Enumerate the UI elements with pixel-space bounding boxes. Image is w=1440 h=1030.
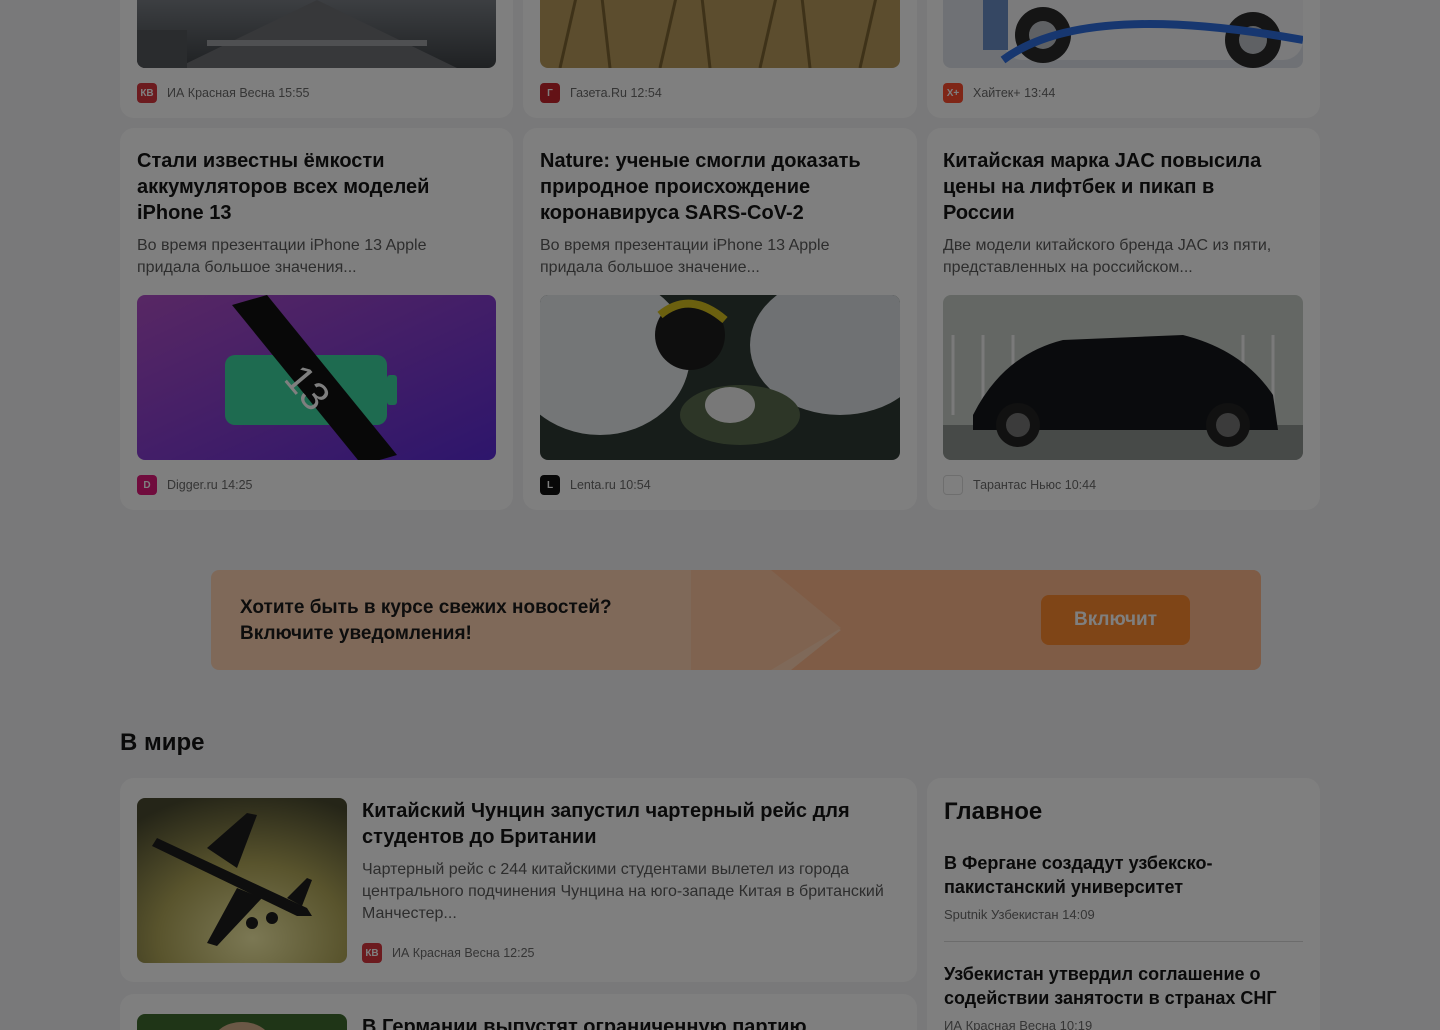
- notification-banner: Хотите быть в курсе свежих новостей? Вкл…: [211, 570, 1261, 670]
- news-title[interactable]: Стали известны ёмкости аккумуляторов все…: [137, 148, 487, 226]
- panel-title: Главное: [944, 798, 1043, 825]
- news-card[interactable]: Стали известны ёмкости аккумуляторов все…: [120, 128, 513, 510]
- news-image: [943, 295, 1303, 460]
- news-source: L Lenta.ru 10:54: [540, 475, 651, 495]
- enable-notifications-button[interactable]: Включит: [1041, 595, 1190, 645]
- source-logo-icon: D: [137, 475, 157, 495]
- source-time: 15:55: [278, 86, 310, 100]
- main-news-source: Sputnik Узбекистан 14:09: [944, 907, 1095, 922]
- section-title: В мире: [120, 729, 205, 756]
- source-name: Lenta.ru: [570, 478, 616, 492]
- source-name: Sputnik Узбекистан: [944, 907, 1059, 922]
- source-name: Газета.Ru: [570, 86, 627, 100]
- news-source: Г Газета.Ru 12:54: [540, 83, 662, 103]
- news-source: Х+ Хайтек+ 13:44: [943, 83, 1055, 103]
- source-name: Тарантас Ньюс: [973, 478, 1062, 492]
- banner-line: Включите уведомления!: [240, 623, 472, 644]
- news-title[interactable]: Китайский Чунцин запустил чартерный рейс…: [362, 798, 882, 850]
- news-feed-page: КВ ИА Красная Весна 15:55 Г Газета.Ru 12…: [0, 0, 1440, 1030]
- source-time: 10:44: [1064, 478, 1097, 492]
- news-card[interactable]: Nature: ученые смогли доказать природное…: [523, 128, 917, 510]
- news-title[interactable]: Китайская марка JAC повысила цены на лиф…: [943, 148, 1283, 226]
- main-news-panel: Главное В Фергане создадут узбекско-паки…: [927, 778, 1320, 1030]
- news-source: КВ ИА Красная Весна 12:25: [362, 943, 535, 963]
- news-image: [540, 0, 900, 68]
- news-description: Чартерный рейс с 244 китайскими студента…: [362, 861, 884, 922]
- news-image: [540, 295, 900, 460]
- source-logo-icon: КВ: [362, 943, 382, 963]
- source-time: 12:54: [630, 86, 662, 100]
- source-name: ИА Красная Весна: [392, 946, 500, 960]
- source-name: Хайтек+: [973, 86, 1021, 100]
- news-image: [137, 798, 347, 963]
- main-news-title[interactable]: Узбекистан утвердил соглашение о содейст…: [944, 962, 1294, 1010]
- main-news-title[interactable]: В Фергане создадут узбекско-пакистанский…: [944, 851, 1284, 899]
- news-image: [137, 0, 496, 68]
- source-logo-icon: КВ: [137, 83, 157, 103]
- source-time: 10:19: [1059, 1018, 1093, 1030]
- news-card[interactable]: Китайский Чунцин запустил чартерный рейс…: [120, 778, 917, 982]
- news-source: КВ ИА Красная Весна 15:55: [137, 83, 310, 103]
- banner-line: Хотите быть в курсе свежих новостей?: [240, 597, 612, 618]
- news-card[interactable]: Китайская марка JAC повысила цены на лиф…: [927, 128, 1320, 510]
- news-title[interactable]: Nature: ученые смогли доказать природное…: [540, 148, 900, 226]
- news-image: [137, 1014, 347, 1030]
- news-card[interactable]: В Германии выпустят ограниченную партию: [120, 994, 917, 1030]
- source-time: 14:25: [221, 478, 253, 492]
- news-image: [943, 0, 1303, 68]
- news-title[interactable]: В Германии выпустят ограниченную партию: [362, 1014, 882, 1030]
- source-logo-icon: L: [540, 475, 560, 495]
- banner-text: Хотите быть в курсе свежих новостей? Вкл…: [240, 595, 612, 647]
- news-source: Тарантас Ньюс 10:44: [943, 475, 1096, 495]
- source-name: Digger.ru: [167, 478, 218, 492]
- news-description: Во время презентации iPhone 13 Apple при…: [137, 237, 427, 276]
- source-logo-icon: Х+: [943, 83, 963, 103]
- news-description: Две модели китайского бренда JAC из пяти…: [943, 237, 1272, 276]
- source-logo-icon: [943, 475, 963, 495]
- source-time: 12:25: [503, 946, 535, 960]
- news-description: Во время презентации iPhone 13 Apple при…: [540, 237, 830, 276]
- source-time: 14:09: [1062, 907, 1095, 922]
- source-time: 13:44: [1024, 86, 1056, 100]
- source-time: 10:54: [619, 478, 651, 492]
- source-name: ИА Красная Весна: [944, 1018, 1057, 1030]
- source-name: ИА Красная Весна: [167, 86, 275, 100]
- source-logo-icon: Г: [540, 83, 560, 103]
- news-source: D Digger.ru 14:25: [137, 475, 253, 495]
- news-image: 13: [137, 295, 496, 460]
- main-news-source: ИА Красная Весна 10:19: [944, 1018, 1092, 1030]
- divider: [944, 941, 1303, 942]
